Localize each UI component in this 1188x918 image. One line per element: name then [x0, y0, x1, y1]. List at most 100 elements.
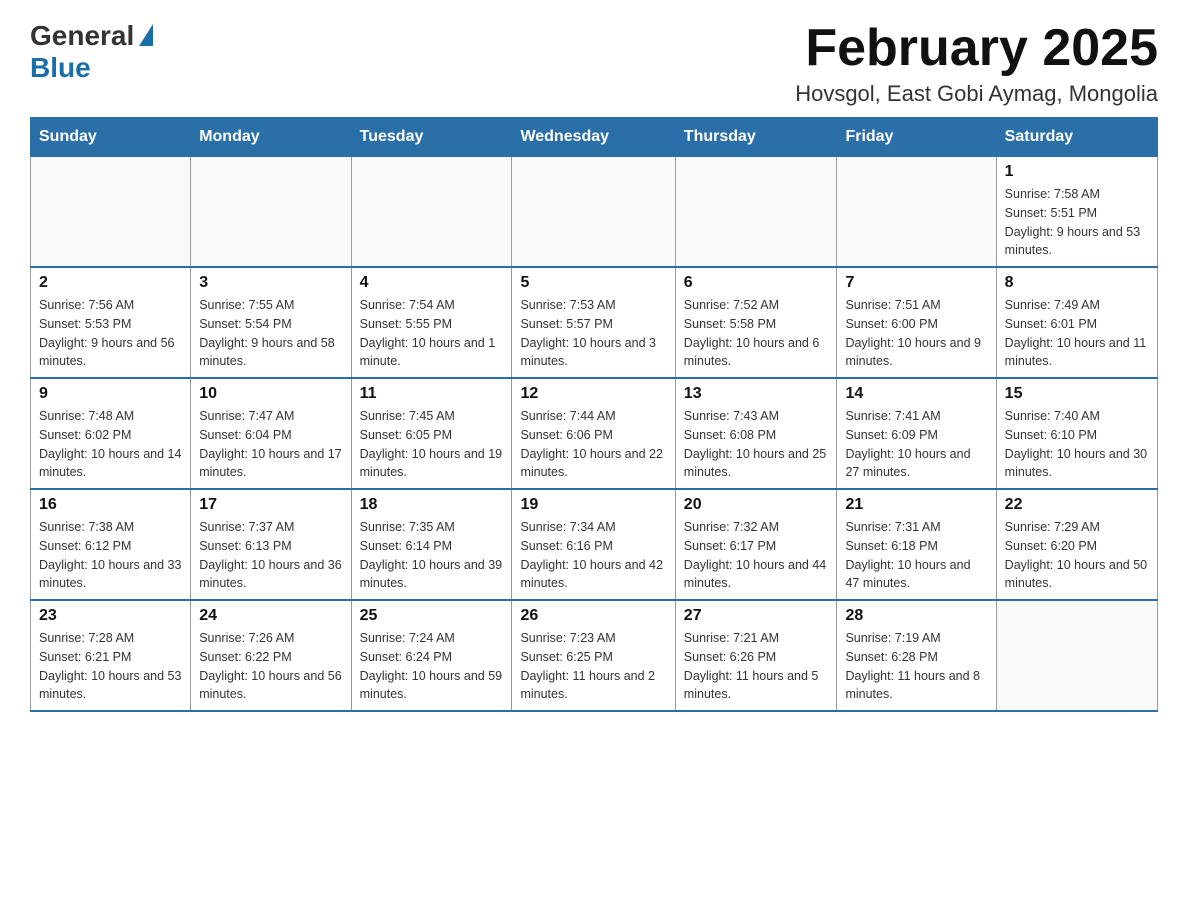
day-number: 26 [520, 607, 666, 625]
day-info: Sunrise: 7:34 AMSunset: 6:16 PMDaylight:… [520, 518, 666, 593]
day-info: Sunrise: 7:47 AMSunset: 6:04 PMDaylight:… [199, 407, 342, 482]
location-text: Hovsgol, East Gobi Aymag, Mongolia [795, 81, 1158, 107]
header-day-thursday: Thursday [675, 118, 837, 157]
title-section: February 2025 Hovsgol, East Gobi Aymag, … [795, 20, 1158, 107]
day-number: 17 [199, 496, 342, 514]
day-info: Sunrise: 7:38 AMSunset: 6:12 PMDaylight:… [39, 518, 182, 593]
calendar-cell: 4 Sunrise: 7:54 AMSunset: 5:55 PMDaylight… [351, 267, 512, 378]
day-number: 27 [684, 607, 829, 625]
calendar-cell: 16 Sunrise: 7:38 AMSunset: 6:12 PMDayligh… [31, 489, 191, 600]
calendar-cell: 13 Sunrise: 7:43 AMSunset: 6:08 PMDayligh… [675, 378, 837, 489]
calendar-cell: 21Sunrise: 7:31 AMSunset: 6:18 PMDayligh… [837, 489, 996, 600]
day-number: 13 [684, 385, 829, 403]
day-number: 4 [360, 274, 504, 292]
day-number: 8 [1005, 274, 1149, 292]
calendar-cell: 9 Sunrise: 7:48 AMSunset: 6:02 PMDaylight… [31, 378, 191, 489]
calendar-cell: 19 Sunrise: 7:34 AMSunset: 6:16 PMDayligh… [512, 489, 675, 600]
day-number: 11 [360, 385, 504, 403]
header-day-monday: Monday [191, 118, 351, 157]
calendar-cell: 28 Sunrise: 7:19 AMSunset: 6:28 PMDayligh… [837, 600, 996, 711]
day-info: Sunrise: 7:21 AMSunset: 6:26 PMDaylight:… [684, 629, 829, 704]
calendar-cell: 8 Sunrise: 7:49 AMSunset: 6:01 PMDaylight… [996, 267, 1157, 378]
header-day-wednesday: Wednesday [512, 118, 675, 157]
day-info: Sunrise: 7:58 AMSunset: 5:51 PMDaylight:… [1005, 185, 1149, 260]
calendar-cell: 14 Sunrise: 7:41 AMSunset: 6:09 PMDayligh… [837, 378, 996, 489]
logo-general: General [30, 20, 153, 52]
header-day-sunday: Sunday [31, 118, 191, 157]
week-row-3: 9 Sunrise: 7:48 AMSunset: 6:02 PMDaylight… [31, 378, 1158, 489]
calendar-cell: 18 Sunrise: 7:35 AMSunset: 6:14 PMDayligh… [351, 489, 512, 600]
calendar-cell [837, 157, 996, 268]
day-info: Sunrise: 7:37 AMSunset: 6:13 PMDaylight:… [199, 518, 342, 593]
day-number: 28 [845, 607, 987, 625]
day-info: Sunrise: 7:43 AMSunset: 6:08 PMDaylight:… [684, 407, 829, 482]
calendar-cell: 2Sunrise: 7:56 AMSunset: 5:53 PMDaylight… [31, 267, 191, 378]
day-number: 22 [1005, 496, 1149, 514]
day-info: Sunrise: 7:44 AMSunset: 6:06 PMDaylight:… [520, 407, 666, 482]
logo-blue-text: Blue [30, 52, 91, 84]
day-info: Sunrise: 7:29 AMSunset: 6:20 PMDaylight:… [1005, 518, 1149, 593]
day-number: 24 [199, 607, 342, 625]
day-number: 14 [845, 385, 987, 403]
day-info: Sunrise: 7:53 AMSunset: 5:57 PMDaylight:… [520, 296, 666, 371]
logo-general-text: General [30, 20, 134, 52]
day-number: 16 [39, 496, 182, 514]
day-info: Sunrise: 7:35 AMSunset: 6:14 PMDaylight:… [360, 518, 504, 593]
calendar-cell: 24 Sunrise: 7:26 AMSunset: 6:22 PMDayligh… [191, 600, 351, 711]
header-day-tuesday: Tuesday [351, 118, 512, 157]
day-number: 1 [1005, 163, 1149, 181]
calendar-cell: 25Sunrise: 7:24 AMSunset: 6:24 PMDayligh… [351, 600, 512, 711]
day-info: Sunrise: 7:28 AMSunset: 6:21 PMDaylight:… [39, 629, 182, 704]
week-row-5: 23Sunrise: 7:28 AMSunset: 6:21 PMDayligh… [31, 600, 1158, 711]
day-info: Sunrise: 7:32 AMSunset: 6:17 PMDaylight:… [684, 518, 829, 593]
day-info: Sunrise: 7:56 AMSunset: 5:53 PMDaylight:… [39, 296, 182, 371]
calendar-cell [31, 157, 191, 268]
day-info: Sunrise: 7:19 AMSunset: 6:28 PMDaylight:… [845, 629, 987, 704]
week-row-4: 16 Sunrise: 7:38 AMSunset: 6:12 PMDayligh… [31, 489, 1158, 600]
calendar-cell [996, 600, 1157, 711]
calendar-cell: 7 Sunrise: 7:51 AMSunset: 6:00 PMDaylight… [837, 267, 996, 378]
day-info: Sunrise: 7:41 AMSunset: 6:09 PMDaylight:… [845, 407, 987, 482]
day-info: Sunrise: 7:52 AMSunset: 5:58 PMDaylight:… [684, 296, 829, 371]
header-day-friday: Friday [837, 118, 996, 157]
logo-triangle-icon [139, 24, 153, 46]
day-info: Sunrise: 7:45 AMSunset: 6:05 PMDaylight:… [360, 407, 504, 482]
day-number: 18 [360, 496, 504, 514]
calendar-cell [191, 157, 351, 268]
day-info: Sunrise: 7:55 AMSunset: 5:54 PMDaylight:… [199, 296, 342, 371]
calendar-cell: 22 Sunrise: 7:29 AMSunset: 6:20 PMDayligh… [996, 489, 1157, 600]
calendar-header: SundayMondayTuesdayWednesdayThursdayFrid… [31, 118, 1158, 157]
calendar-cell: 27 Sunrise: 7:21 AMSunset: 6:26 PMDayligh… [675, 600, 837, 711]
day-info: Sunrise: 7:48 AMSunset: 6:02 PMDaylight:… [39, 407, 182, 482]
calendar-body: 1 Sunrise: 7:58 AMSunset: 5:51 PMDaylight… [31, 157, 1158, 712]
day-number: 9 [39, 385, 182, 403]
logo: General Blue [30, 20, 153, 84]
calendar-cell: 23Sunrise: 7:28 AMSunset: 6:21 PMDayligh… [31, 600, 191, 711]
week-row-1: 1 Sunrise: 7:58 AMSunset: 5:51 PMDaylight… [31, 157, 1158, 268]
week-row-2: 2Sunrise: 7:56 AMSunset: 5:53 PMDaylight… [31, 267, 1158, 378]
day-number: 12 [520, 385, 666, 403]
calendar-cell [512, 157, 675, 268]
day-info: Sunrise: 7:23 AMSunset: 6:25 PMDaylight:… [520, 629, 666, 704]
day-number: 20 [684, 496, 829, 514]
header-row: SundayMondayTuesdayWednesdayThursdayFrid… [31, 118, 1158, 157]
day-info: Sunrise: 7:24 AMSunset: 6:24 PMDaylight:… [360, 629, 504, 704]
calendar-cell: 10 Sunrise: 7:47 AMSunset: 6:04 PMDayligh… [191, 378, 351, 489]
calendar-cell: 5Sunrise: 7:53 AMSunset: 5:57 PMDaylight… [512, 267, 675, 378]
calendar-table: SundayMondayTuesdayWednesdayThursdayFrid… [30, 117, 1158, 712]
day-info: Sunrise: 7:26 AMSunset: 6:22 PMDaylight:… [199, 629, 342, 704]
calendar-cell [351, 157, 512, 268]
day-number: 7 [845, 274, 987, 292]
calendar-cell: 6Sunrise: 7:52 AMSunset: 5:58 PMDaylight… [675, 267, 837, 378]
calendar-cell: 12 Sunrise: 7:44 AMSunset: 6:06 PMDayligh… [512, 378, 675, 489]
day-info: Sunrise: 7:51 AMSunset: 6:00 PMDaylight:… [845, 296, 987, 371]
day-info: Sunrise: 7:49 AMSunset: 6:01 PMDaylight:… [1005, 296, 1149, 371]
header-day-saturday: Saturday [996, 118, 1157, 157]
day-number: 10 [199, 385, 342, 403]
page-header: General Blue February 2025 Hovsgol, East… [30, 20, 1158, 107]
day-info: Sunrise: 7:54 AMSunset: 5:55 PMDaylight:… [360, 296, 504, 371]
calendar-cell: 11 Sunrise: 7:45 AMSunset: 6:05 PMDayligh… [351, 378, 512, 489]
day-number: 19 [520, 496, 666, 514]
calendar-cell: 17 Sunrise: 7:37 AMSunset: 6:13 PMDayligh… [191, 489, 351, 600]
calendar-cell: 3Sunrise: 7:55 AMSunset: 5:54 PMDaylight… [191, 267, 351, 378]
